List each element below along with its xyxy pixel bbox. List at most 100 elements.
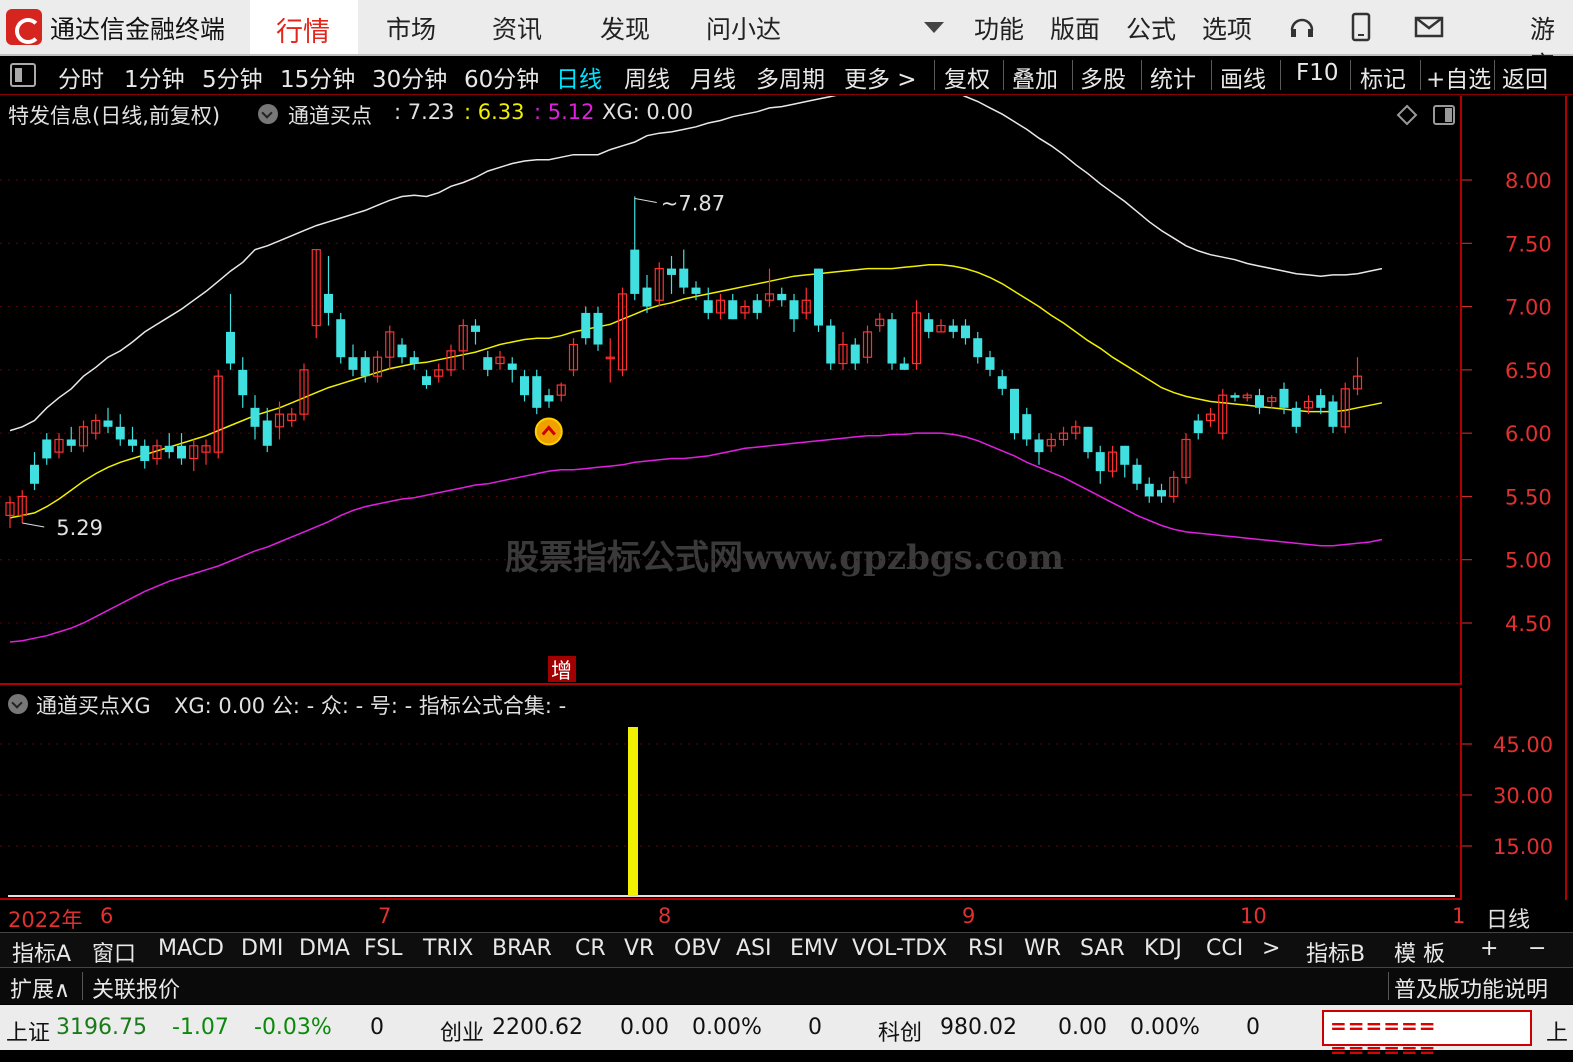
help-button[interactable]: 普及版功能说明 [1394, 972, 1548, 1004]
tab-sar[interactable]: SAR [1080, 936, 1125, 961]
toolbar-divider [1211, 60, 1212, 90]
tab-indicator-b[interactable]: 指标B [1306, 936, 1365, 968]
price-chart[interactable]: 8.00 7.50 7.00 6.50 6.00 5.50 5.00 4.50 ~7.87 5.2… [0, 96, 1573, 902]
tab-dmi[interactable]: DMI [241, 936, 283, 961]
toolbar-divider [1420, 60, 1421, 90]
alert-ticker[interactable]: ====== ====== [1322, 1010, 1532, 1062]
action-f10[interactable]: F10 [1296, 60, 1339, 86]
cy-index-name[interactable]: 创业 [440, 1015, 484, 1047]
action-draw[interactable]: 画线 [1220, 60, 1266, 94]
candle-body-down [1291, 407, 1301, 427]
tab-indicator-a[interactable]: 指标A [12, 936, 71, 968]
candle-body-down [887, 319, 897, 364]
app-logo-icon [6, 9, 42, 45]
action-mark[interactable]: 标记 [1360, 60, 1406, 94]
candle-body-down [1120, 445, 1130, 465]
period-5min[interactable]: 5分钟 [202, 60, 263, 94]
tab-trix[interactable]: TRIX [423, 936, 473, 961]
candle-body-down [409, 357, 419, 364]
candle-body-down [985, 357, 995, 370]
action-back[interactable]: 返回 [1502, 60, 1548, 94]
tab-asi[interactable]: ASI [736, 936, 772, 961]
action-stats[interactable]: 统计 [1150, 60, 1196, 94]
kc-index-volume: 0 [1246, 1015, 1260, 1040]
sh-index-name[interactable]: 上证 [6, 1015, 50, 1047]
price-tick-label: 7.50 [1505, 232, 1552, 256]
candle-body-down [973, 338, 983, 358]
tab-emv[interactable]: EMV [790, 936, 838, 961]
period-more[interactable]: 更多 > [844, 60, 917, 94]
sub-tick-label: 45.00 [1493, 733, 1553, 757]
period-monthly[interactable]: 月线 [690, 60, 736, 94]
tab-cci[interactable]: CCI [1206, 936, 1243, 961]
menu-formula[interactable]: 公式 [1126, 10, 1176, 46]
candle-body-down [1193, 420, 1203, 434]
period-30min[interactable]: 30分钟 [372, 60, 447, 94]
sh-index-percent: -0.03% [254, 1015, 332, 1040]
mobile-icon[interactable] [1350, 12, 1372, 42]
remove-window-button[interactable]: − [1528, 936, 1546, 961]
tab-vr[interactable]: VR [624, 936, 654, 961]
candle-body-down [1034, 439, 1044, 453]
date-label-jun: 6 [100, 904, 114, 928]
action-overlay[interactable]: 叠加 [1012, 60, 1058, 94]
menu-discover[interactable]: 发现 [600, 10, 650, 46]
period-tick[interactable]: 分时 [58, 60, 104, 94]
menu-quotes[interactable]: 行情 [250, 0, 358, 54]
tab-vol-tdx[interactable]: VOL-TDX [852, 936, 947, 961]
menu-function[interactable]: 功能 [974, 10, 1024, 46]
tab-brar[interactable]: BRAR [492, 936, 552, 961]
period-label[interactable]: 日线 [1486, 902, 1530, 934]
period-weekly[interactable]: 周线 [624, 60, 670, 94]
action-adjust[interactable]: 复权 [944, 60, 990, 94]
tab-window[interactable]: 窗口 [92, 936, 136, 968]
candle-body-down [703, 300, 713, 313]
candle-body-down [1316, 395, 1326, 408]
toolbar-divider [1003, 60, 1004, 90]
tab-fsl[interactable]: FSL [364, 936, 403, 961]
add-window-button[interactable]: + [1480, 936, 1498, 961]
menu-market[interactable]: 市场 [386, 10, 436, 46]
action-multi-stock[interactable]: 多股 [1080, 60, 1126, 94]
menu-options[interactable]: 选项 [1202, 10, 1252, 46]
candle-body-down [593, 312, 603, 345]
cy-index-percent: 0.00% [692, 1015, 762, 1040]
price-tick-label: 5.00 [1505, 549, 1552, 573]
tab-obv[interactable]: OBV [674, 936, 721, 961]
tab-template[interactable]: 模 板 [1394, 936, 1445, 968]
menu-news[interactable]: 资讯 [492, 10, 542, 46]
period-multi[interactable]: 多周期 [756, 60, 825, 94]
period-60min[interactable]: 60分钟 [464, 60, 539, 94]
action-add-watchlist[interactable]: +自选 [1426, 60, 1491, 94]
tab-dma[interactable]: DMA [299, 936, 350, 961]
add-badge: 增 [551, 659, 572, 683]
kc-index-name[interactable]: 科创 [878, 1015, 922, 1047]
related-quotes-button[interactable]: 关联报价 [92, 972, 180, 1004]
period-daily[interactable]: 日线 [556, 60, 602, 94]
date-axis: 2022年 6 7 8 9 10 1 日线 [0, 902, 1573, 934]
candle-body-down [679, 268, 689, 288]
menu-layout[interactable]: 版面 [1050, 10, 1100, 46]
candle-body-down [826, 325, 836, 364]
candle-body-down [924, 319, 934, 332]
tab-scroll-right[interactable]: > [1262, 936, 1280, 961]
tab-macd[interactable]: MACD [158, 936, 224, 961]
tab-cr[interactable]: CR [575, 936, 606, 961]
tab-rsi[interactable]: RSI [968, 936, 1004, 961]
candle-body-down [397, 344, 407, 358]
panel-toggle-icon[interactable] [10, 63, 36, 87]
menu-ask[interactable]: 问小达 [706, 10, 781, 46]
headset-icon[interactable] [1288, 14, 1316, 42]
indicator-tabs: 指标A 窗口 MACD DMI DMA FSL TRIX BRAR CR VR … [0, 932, 1573, 967]
mail-icon[interactable] [1414, 16, 1444, 38]
candle-body-down [789, 300, 799, 320]
dropdown-arrow-icon[interactable] [924, 22, 944, 33]
candle-body-down [1132, 464, 1142, 484]
expand-button[interactable]: 扩展∧ [10, 972, 70, 1004]
period-15min[interactable]: 15分钟 [280, 60, 355, 94]
tab-kdj[interactable]: KDJ [1144, 936, 1182, 961]
period-1min[interactable]: 1分钟 [124, 60, 185, 94]
sub-indicator-menu-icon[interactable] [8, 694, 28, 714]
tab-wr[interactable]: WR [1024, 936, 1061, 961]
candle-body-down [1083, 426, 1093, 453]
